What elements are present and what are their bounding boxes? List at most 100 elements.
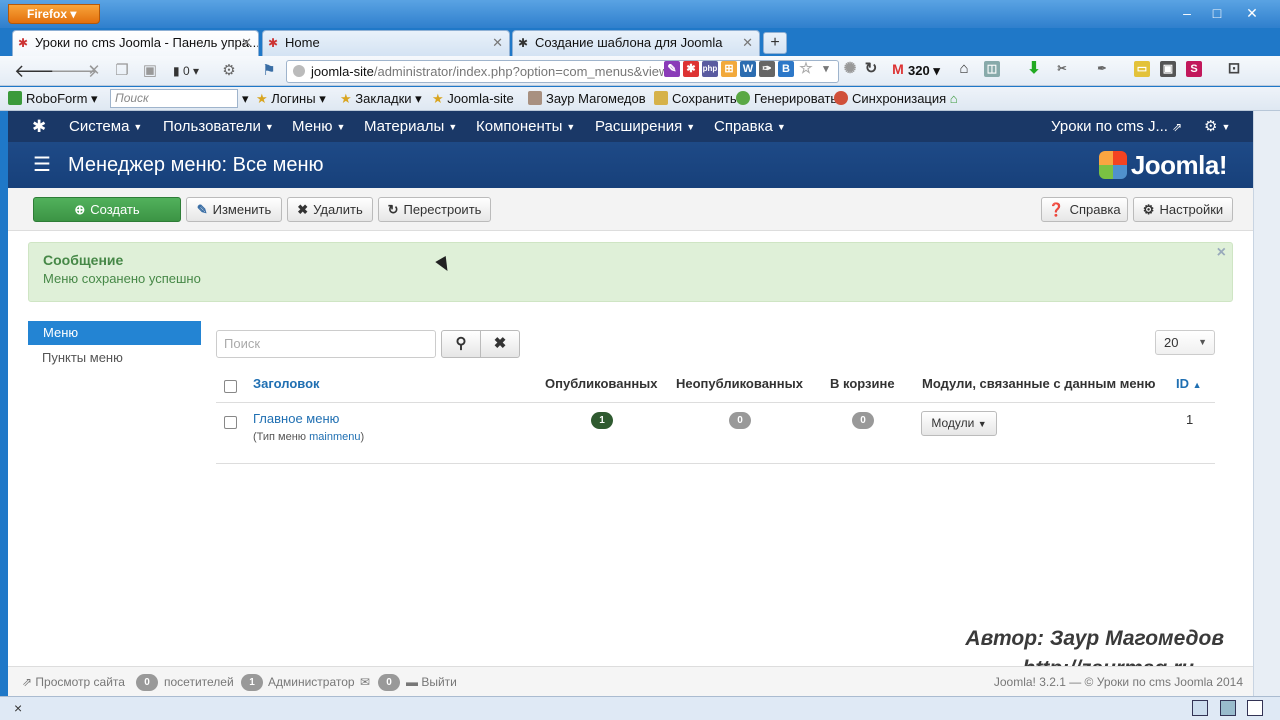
screenshot-addon-icon[interactable]: ◫ (984, 61, 1000, 77)
close-tab-icon[interactable]: ✕ (742, 31, 753, 55)
dropdown-arrow-icon[interactable]: ▾ (818, 61, 834, 77)
select-all-checkbox[interactable] (224, 380, 237, 393)
bookmark-sync[interactable]: Синхронизация ⌂ (834, 91, 958, 107)
ruler-addon-icon[interactable]: ▭ (1134, 61, 1150, 77)
success-message: Сообщение Меню сохранено успешно × (28, 242, 1233, 302)
search-button[interactable]: ⚲ (441, 330, 481, 358)
bookmark-logins[interactable]: ★ Логины ▾ (256, 91, 326, 107)
php-addon-icon[interactable]: php (702, 61, 718, 77)
trashed-count-badge[interactable]: 0 (852, 412, 874, 429)
row-checkbox[interactable] (224, 416, 237, 429)
close-icon: ✖ (493, 335, 507, 352)
bookmark-save[interactable]: Сохранить (654, 91, 737, 107)
stop-icon[interactable]: ✕ (84, 60, 104, 82)
feather-addon-icon[interactable]: ✎ (664, 61, 680, 77)
close-tab-icon[interactable]: ✕ (241, 31, 252, 55)
wrench-addon-icon[interactable]: ✑ (759, 61, 775, 77)
column-id[interactable]: ID ▲ (1176, 369, 1202, 400)
joomla-addon-icon[interactable]: ✱ (683, 61, 699, 77)
statusbar-resize-icon[interactable] (1247, 700, 1263, 716)
user-settings-menu[interactable]: ⚙ ▼ (1204, 111, 1230, 143)
menu-panel-icon[interactable]: ⊡ (1226, 61, 1242, 77)
back-arrow-icon[interactable]: 🡐 (14, 60, 62, 82)
close-tab-icon[interactable]: ✕ (492, 31, 503, 55)
roboform-menu[interactable]: RoboForm ▾ (8, 91, 98, 107)
rebuild-button[interactable]: ↻ Перестроить (378, 197, 491, 222)
list-limit-select[interactable]: 20 ▼ (1155, 330, 1215, 355)
url-bar[interactable]: joomla-site/administrator/index.php?opti… (286, 60, 839, 83)
gmail-count[interactable]: 320 ▾ (908, 60, 940, 82)
unpublished-count-badge[interactable]: 0 (729, 412, 751, 429)
action-toolbar: ⊕ Создать ✎ Изменить ✖ Удалить ↻ Перестроить… (8, 188, 1253, 231)
tab-home[interactable]: ✱ Home ✕ (262, 30, 510, 56)
s-addon-icon[interactable]: S (1186, 61, 1202, 77)
vk-addon-icon[interactable]: B (778, 61, 794, 77)
menu-content[interactable]: Материалы ▼ (364, 111, 457, 143)
joomla-logo-icon[interactable]: ✱ (32, 111, 46, 142)
signal-indicator[interactable]: ▮ 0 ▾ (168, 60, 204, 82)
menu-users[interactable]: Пользователи ▼ (163, 111, 274, 143)
statusbar-addon-icon[interactable] (1192, 700, 1208, 716)
menu-help[interactable]: Справка ▼ (714, 111, 786, 143)
gear-icon[interactable]: ⚙ (218, 60, 240, 82)
minimize-button[interactable]: – (1172, 2, 1202, 24)
close-addon-bar-icon[interactable]: × (14, 700, 22, 716)
envelope-icon[interactable]: ✉ (360, 675, 370, 689)
bookmark-bookmarks[interactable]: ★ Закладки ▾ (340, 91, 422, 107)
site-link[interactable]: Уроки по cms J... ⇗ (1051, 111, 1182, 143)
clipboard-icon[interactable]: ▣ (140, 60, 160, 82)
column-title[interactable]: Заголовок (253, 369, 320, 399)
options-button[interactable]: ⚙ Настройки (1133, 197, 1233, 222)
tab-template-creation[interactable]: ✱ Создание шаблона для Joomla ✕ (512, 30, 760, 56)
dropper-addon-icon[interactable]: ✒ (1094, 61, 1110, 77)
create-button[interactable]: ⊕ Создать (33, 197, 181, 222)
column-published: Опубликованных (545, 376, 658, 391)
tab-joomla-panel[interactable]: ✱ Уроки по cms Joomla - Панель упра... ✕ (12, 30, 259, 56)
joomla-favicon-icon: ✱ (18, 36, 29, 50)
search-input[interactable]: Поиск (216, 330, 436, 358)
copy-icon[interactable]: ❐ (112, 60, 132, 82)
new-tab-button[interactable]: + (763, 32, 787, 54)
reload-icon[interactable]: ↻ (863, 61, 879, 77)
published-count-badge[interactable]: 1 (591, 412, 613, 429)
roboform-search-input[interactable]: Поиск (110, 89, 238, 108)
bookmark-zaur[interactable]: Заур Магомедов (528, 91, 646, 107)
menu-title-link[interactable]: Главное меню (253, 411, 339, 426)
capture-addon-icon[interactable]: ▣ (1160, 61, 1176, 77)
logout-link[interactable]: ▬ Выйти (406, 675, 457, 689)
close-window-button[interactable]: ✕ (1232, 2, 1272, 24)
vertical-scrollbar[interactable] (1253, 111, 1280, 696)
view-site-link[interactable]: ⇗ Просмотр сайта (22, 675, 125, 689)
bookmark-manager-icon[interactable]: ⚑ (258, 60, 280, 82)
menu-extensions[interactable]: Расширения ▼ (595, 111, 695, 143)
star-bookmark-icon[interactable]: ☆ (798, 61, 814, 77)
help-button[interactable]: ❓ Справка (1041, 197, 1128, 222)
menu-menus[interactable]: Меню ▼ (292, 111, 345, 143)
bookmark-generate[interactable]: Генерировать (736, 91, 837, 107)
download-icon[interactable]: ⬇ (1026, 61, 1042, 77)
edit-icon: ✎ (196, 202, 208, 217)
home-icon[interactable]: ⌂ (956, 61, 972, 77)
forward-arrow-icon[interactable]: 🡒 (50, 60, 98, 82)
menu-components[interactable]: Компоненты ▼ (476, 111, 575, 143)
joomla-admin-page: ✱ Система ▼ Пользователи ▼ Меню ▼ Материалы… (8, 111, 1253, 666)
menu-system[interactable]: Система ▼ (69, 111, 142, 143)
clear-search-button[interactable]: ✖ (480, 330, 520, 358)
search-dropdown-icon[interactable]: ▾ (242, 91, 249, 107)
sidebar-item-menu-items[interactable]: Пункты меню (28, 347, 201, 369)
gmail-icon[interactable]: M (890, 61, 906, 77)
wordpress-addon-icon[interactable]: W (740, 61, 756, 77)
sidebar-item-menus[interactable]: Меню (28, 321, 201, 345)
maximize-button[interactable]: □ (1202, 2, 1232, 24)
edit-button[interactable]: ✎ Изменить (186, 197, 282, 222)
messages-count-badge[interactable]: 0 (378, 674, 400, 691)
copyright-text: Joomla! 3.2.1 — © Уроки по cms Joomla 20… (993, 675, 1243, 689)
bookmark-joomla-site[interactable]: ★ Joomla-site (432, 91, 514, 107)
windows-addon-icon[interactable]: ⊞ (721, 61, 737, 77)
tool-addon-icon[interactable]: ✂ (1054, 61, 1070, 77)
modules-dropdown-button[interactable]: Модули ▼ (921, 411, 997, 436)
statusbar-grid-icon[interactable] (1220, 700, 1236, 716)
firefox-menu-button[interactable]: Firefox ▾ (8, 4, 100, 24)
close-alert-icon[interactable]: × (1217, 244, 1226, 262)
delete-button[interactable]: ✖ Удалить (287, 197, 373, 222)
